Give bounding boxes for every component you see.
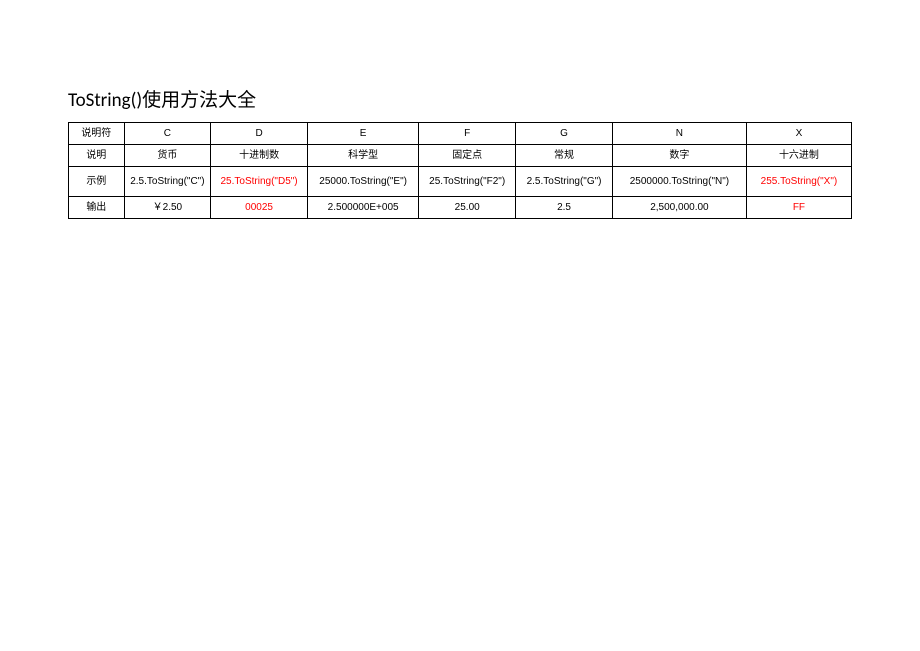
output-c: ￥2.50 [124, 197, 211, 219]
spec-n: N [612, 123, 746, 145]
output-d: 00025 [211, 197, 308, 219]
desc-c: 货币 [124, 145, 211, 167]
desc-f: 固定点 [419, 145, 516, 167]
tostring-table: 说明符 C D E F G N X 说明 货币 十进制数 科学型 固定点 常规 … [68, 122, 852, 219]
example-g: 2.5.ToString("G") [516, 167, 613, 197]
spec-x: X [746, 123, 851, 145]
spec-f: F [419, 123, 516, 145]
spec-e: E [308, 123, 419, 145]
spec-c: C [124, 123, 211, 145]
label-specifier: 说明符 [69, 123, 125, 145]
page-title: ToString()使用方法大全 [68, 85, 852, 112]
output-e: 2.500000E+005 [308, 197, 419, 219]
desc-n: 数字 [612, 145, 746, 167]
row-desc: 说明 货币 十进制数 科学型 固定点 常规 数字 十六进制 [69, 145, 852, 167]
example-c: 2.5.ToString("C") [124, 167, 211, 197]
desc-e: 科学型 [308, 145, 419, 167]
example-d: 25.ToString("D5") [211, 167, 308, 197]
desc-x: 十六进制 [746, 145, 851, 167]
desc-d: 十进制数 [211, 145, 308, 167]
row-output: 输出 ￥2.50 00025 2.500000E+005 25.00 2.5 2… [69, 197, 852, 219]
spec-d: D [211, 123, 308, 145]
row-specifier: 说明符 C D E F G N X [69, 123, 852, 145]
label-desc: 说明 [69, 145, 125, 167]
label-output: 输出 [69, 197, 125, 219]
output-f: 25.00 [419, 197, 516, 219]
example-x: 255.ToString("X") [746, 167, 851, 197]
label-example: 示例 [69, 167, 125, 197]
example-e: 25000.ToString("E") [308, 167, 419, 197]
spec-g: G [516, 123, 613, 145]
example-n: 2500000.ToString("N") [612, 167, 746, 197]
row-example: 示例 2.5.ToString("C") 25.ToString("D5") 2… [69, 167, 852, 197]
output-x: FF [746, 197, 851, 219]
output-g: 2.5 [516, 197, 613, 219]
desc-g: 常规 [516, 145, 613, 167]
output-n: 2,500,000.00 [612, 197, 746, 219]
example-f: 25.ToString("F2") [419, 167, 516, 197]
